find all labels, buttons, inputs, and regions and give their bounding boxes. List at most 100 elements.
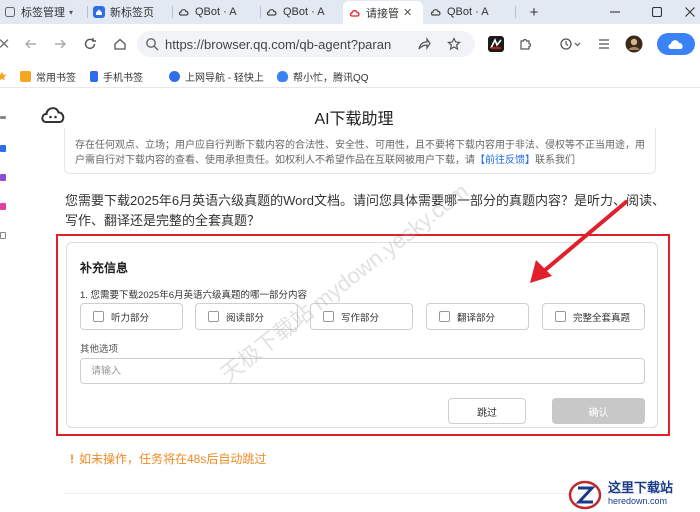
bookmark-common[interactable]: 常用书签 xyxy=(20,68,76,84)
bookmarks-bar: 常用书签 手机书签 上网导航 - 轻快上 帮小忙，腾讯QQ xyxy=(0,64,700,88)
close-icon[interactable]: ✕ xyxy=(403,6,412,19)
tab-qbot-2[interactable]: QBot · A xyxy=(266,2,342,22)
form-question: 1. 您需要下载2025年6月英语六级真题的哪一部分内容 xyxy=(80,290,307,301)
tab-takeover[interactable]: 请接管 ✕ xyxy=(343,1,423,24)
rail-icon-box[interactable] xyxy=(0,232,6,239)
share-icon[interactable] xyxy=(416,36,432,52)
qq-icon xyxy=(277,70,288,82)
other-options-label: 其他选项 xyxy=(80,344,119,355)
other-options-input[interactable] xyxy=(80,358,645,384)
option-translation[interactable]: 翻译部分 xyxy=(426,303,529,330)
bookmark-label: 手机书签 xyxy=(103,72,143,84)
history-icon[interactable] xyxy=(557,34,583,54)
search-icon xyxy=(145,37,159,56)
bookmark-mobile[interactable]: 手机书签 xyxy=(90,68,143,84)
option-writing[interactable]: 写作部分 xyxy=(310,303,413,330)
option-reading[interactable]: 阅读部分 xyxy=(195,303,298,330)
option-listening[interactable]: 听力部分 xyxy=(80,303,183,330)
qbot-icon xyxy=(266,6,278,18)
watermark-logo: 这里下载站 heredown.com xyxy=(568,478,698,512)
folder-icon xyxy=(20,70,31,82)
extension-qqpro-icon[interactable] xyxy=(486,34,506,54)
chevron-down-icon: ▾ xyxy=(69,7,74,17)
bookmark-star-icon[interactable] xyxy=(0,68,7,84)
rail-icon-list[interactable] xyxy=(0,116,6,119)
checkbox[interactable] xyxy=(555,311,566,322)
tab-qbot-3[interactable]: QBot · A xyxy=(430,2,514,22)
phone-icon xyxy=(90,70,98,82)
feedback-link[interactable]: 【前往反馈】 xyxy=(475,155,535,166)
forward-icon[interactable] xyxy=(50,34,70,54)
home-icon[interactable] xyxy=(110,34,130,54)
new-tab-button[interactable]: + xyxy=(525,3,543,21)
search-nav-icon xyxy=(169,70,180,82)
rail-icon-purple[interactable] xyxy=(0,174,6,181)
tab-label: 标签管理 xyxy=(21,7,65,19)
watermark-logo-icon xyxy=(568,480,602,510)
disclaimer-line: 户需自行对下载内容的查看、使用承担责任。如权利人不希望作品在互联网被用户下载，请… xyxy=(75,153,645,168)
qbot-icon xyxy=(430,6,442,18)
url-text[interactable]: https://browser.qq.com/qb-agent?paran xyxy=(165,37,415,52)
tab-separator xyxy=(87,6,88,18)
extensions-icon[interactable] xyxy=(515,34,535,54)
refresh-icon[interactable] xyxy=(80,34,100,54)
confirm-button[interactable]: 确认 xyxy=(552,398,645,424)
tab-qbot-1[interactable]: QBot · A xyxy=(178,2,260,22)
option-label: 翻译部分 xyxy=(457,312,496,324)
back-icon[interactable] xyxy=(21,34,41,54)
watermark-logo-subtext: heredown.com xyxy=(608,496,668,506)
tab-group-manager[interactable]: 标签管理 ▾ xyxy=(4,2,84,22)
warning-icon: ! xyxy=(70,451,74,466)
cloud-sync-button[interactable] xyxy=(657,33,695,55)
disclaimer-line: 存在任何观点、立场；用户应自行判断下载内容的合法性、安全性、可用性，且不要将下载… xyxy=(75,140,645,151)
minimize-icon[interactable] xyxy=(606,3,624,21)
tab-label: 请接管 xyxy=(366,7,399,20)
bookmark-label: 帮小忙，腾讯QQ xyxy=(293,72,369,84)
tab-label: QBot · A xyxy=(195,6,237,18)
option-label: 写作部分 xyxy=(341,312,380,324)
option-label: 阅读部分 xyxy=(226,312,265,324)
option-full-set[interactable]: 完整全套真题 xyxy=(542,303,645,330)
qbot-icon xyxy=(178,6,190,18)
tab-separator xyxy=(515,6,516,18)
watermark-logo-text: 这里下载站 xyxy=(608,481,674,496)
bookmark-label: 上网导航 - 轻快上 xyxy=(185,72,264,84)
menu-icon[interactable] xyxy=(594,34,614,54)
checkbox[interactable] xyxy=(93,311,104,322)
maximize-icon[interactable] xyxy=(648,3,666,21)
tab-strip: 标签管理 ▾ 新标签页 QBot · A QBot · A 请接管 ✕ QBot… xyxy=(0,0,700,24)
option-label: 完整全套真题 xyxy=(573,312,631,324)
bookmark-qq-help[interactable]: 帮小忙，腾讯QQ xyxy=(277,68,369,84)
ai-download-assistant-page: AI下载助理 存在任何观点、立场；用户应自行判断下载内容的合法性、安全性、可用性… xyxy=(8,88,700,512)
address-bar[interactable]: https://browser.qq.com/qb-agent?paran xyxy=(137,31,475,57)
disclaimer-box: 存在任何观点、立场；用户应自行判断下载内容的合法性、安全性、可用性，且不要将下载… xyxy=(64,128,656,174)
bookmark-navigation[interactable]: 上网导航 - 轻快上 xyxy=(169,68,264,84)
tab-separator xyxy=(260,6,261,18)
left-rail xyxy=(0,88,8,512)
checkbox[interactable] xyxy=(439,311,450,322)
skip-button[interactable]: 跳过 xyxy=(448,398,526,424)
checkbox[interactable] xyxy=(323,311,334,322)
tab-label: 新标签页 xyxy=(110,7,154,19)
home-icon xyxy=(93,6,105,18)
tab-label: QBot · A xyxy=(447,6,489,18)
tab-separator xyxy=(172,6,173,18)
disclaimer-text: 联系我们 xyxy=(535,155,575,166)
window-close-icon[interactable] xyxy=(681,3,699,21)
avatar[interactable] xyxy=(624,34,644,54)
sidebar-close-icon[interactable]: ✕ xyxy=(0,34,14,54)
disclaimer-text: 户需自行对下载内容的查看、使用承担责任。如权利人不希望作品在互联网被用户下载，请 xyxy=(75,155,475,166)
form-title: 补充信息 xyxy=(80,261,129,275)
rail-icon-blue[interactable] xyxy=(0,145,6,152)
red-arrow-annotation xyxy=(530,200,628,283)
tab-group-icon xyxy=(4,6,16,18)
option-label: 听力部分 xyxy=(111,312,150,324)
checkbox[interactable] xyxy=(208,311,219,322)
rail-icon-pink[interactable] xyxy=(0,203,6,210)
warning-text: 如未操作，任务将在48s后自动跳过 xyxy=(79,452,267,466)
tab-new-tab[interactable]: 新标签页 xyxy=(93,2,171,22)
bookmark-label: 常用书签 xyxy=(36,72,76,84)
qbot-red-icon xyxy=(349,7,361,19)
tab-label: QBot · A xyxy=(283,6,325,18)
star-icon[interactable] xyxy=(446,36,462,52)
